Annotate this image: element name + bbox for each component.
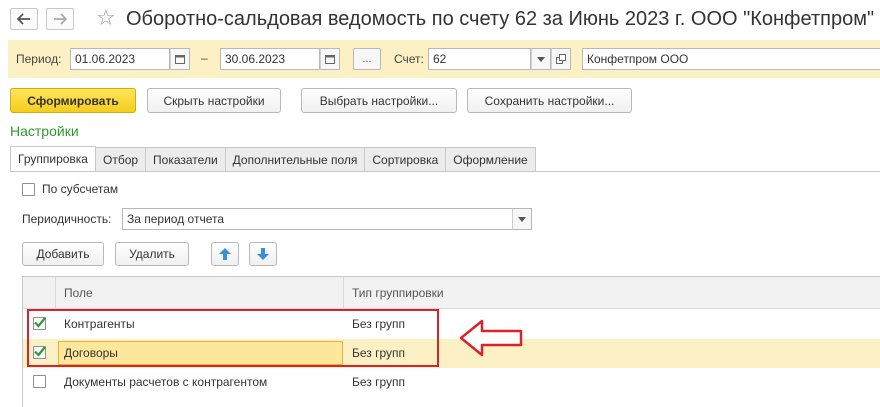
tab-sorting[interactable]: Сортировка xyxy=(365,147,447,172)
move-up-button[interactable] xyxy=(211,242,239,266)
row-checkbox[interactable] xyxy=(33,375,46,388)
periodicity-label: Периодичность: xyxy=(22,212,112,226)
move-down-button[interactable] xyxy=(249,242,277,266)
arrow-down-icon xyxy=(257,248,269,260)
save-settings-button[interactable]: Сохранить настройки... xyxy=(467,88,632,113)
account-open-button[interactable] xyxy=(551,48,571,70)
settings-tabs: Группировка Отбор Показатели Дополнитель… xyxy=(10,146,536,172)
arrow-left-icon xyxy=(17,13,30,25)
period-choose-button[interactable]: ... xyxy=(353,48,381,70)
generate-button[interactable]: Сформировать xyxy=(10,88,136,113)
settings-title: Настройки xyxy=(10,123,79,139)
column-divider xyxy=(343,277,344,309)
account-label: Счет: xyxy=(394,52,424,66)
choose-settings-button[interactable]: Выбрать настройки... xyxy=(301,88,457,113)
column-header-field[interactable]: Поле xyxy=(64,286,93,300)
account-input[interactable]: 62 xyxy=(428,48,531,70)
row-field: Документы расчетов с контрагентом xyxy=(64,375,268,389)
tab-appearance[interactable]: Оформление xyxy=(446,147,536,172)
calendar-to-button[interactable] xyxy=(320,48,340,70)
organization-input[interactable]: Конфетпром ООО xyxy=(582,48,880,70)
chevron-down-icon xyxy=(537,56,545,62)
arrow-right-icon xyxy=(54,13,67,25)
row-type[interactable]: Без групп xyxy=(352,375,405,389)
tab-indicators[interactable]: Показатели xyxy=(146,147,226,172)
tab-filter[interactable]: Отбор xyxy=(95,147,147,172)
filter-bar: Период: 01.06.2023 – 30.06.2023 ... Счет… xyxy=(8,40,880,78)
calendar-icon xyxy=(175,55,185,64)
tab-divider xyxy=(10,171,880,172)
arrow-up-icon xyxy=(219,248,231,260)
forward-button[interactable] xyxy=(46,8,74,30)
column-header-type[interactable]: Тип группировки xyxy=(352,286,444,300)
hide-settings-button[interactable]: Скрыть настройки xyxy=(147,88,281,113)
subaccounts-checkbox[interactable] xyxy=(22,183,35,196)
back-button[interactable] xyxy=(10,8,38,30)
subaccounts-label: По субсчетам xyxy=(42,182,119,196)
table-header: Поле Тип группировки xyxy=(23,277,880,309)
account-dropdown-button[interactable] xyxy=(531,48,551,70)
favorite-star-icon[interactable]: ☆ xyxy=(96,6,116,30)
date-from-input[interactable]: 01.06.2023 xyxy=(70,48,170,70)
window-title: Оборотно-сальдовая ведомость по счету 62… xyxy=(126,8,875,30)
annotation-highlight-box xyxy=(27,309,439,367)
delete-button[interactable]: Удалить xyxy=(115,242,189,266)
tab-grouping[interactable]: Группировка xyxy=(10,146,96,172)
column-divider xyxy=(55,277,56,309)
tab-additional-fields[interactable]: Дополнительные поля xyxy=(225,147,366,172)
table-row[interactable]: Документы расчетов с контрагентом Без гр… xyxy=(23,368,880,397)
period-dash: – xyxy=(201,51,208,65)
periodicity-dropdown-button[interactable] xyxy=(512,208,532,230)
annotation-arrow-icon xyxy=(459,319,523,357)
date-to-input[interactable]: 30.06.2023 xyxy=(220,48,320,70)
calendar-from-button[interactable] xyxy=(170,48,190,70)
chevron-down-icon xyxy=(518,216,526,222)
periodicity-select[interactable]: За период отчета xyxy=(122,208,513,230)
period-label: Период: xyxy=(16,52,62,66)
open-form-icon xyxy=(556,54,566,64)
calendar-icon xyxy=(325,55,335,64)
add-button[interactable]: Добавить xyxy=(22,242,104,266)
